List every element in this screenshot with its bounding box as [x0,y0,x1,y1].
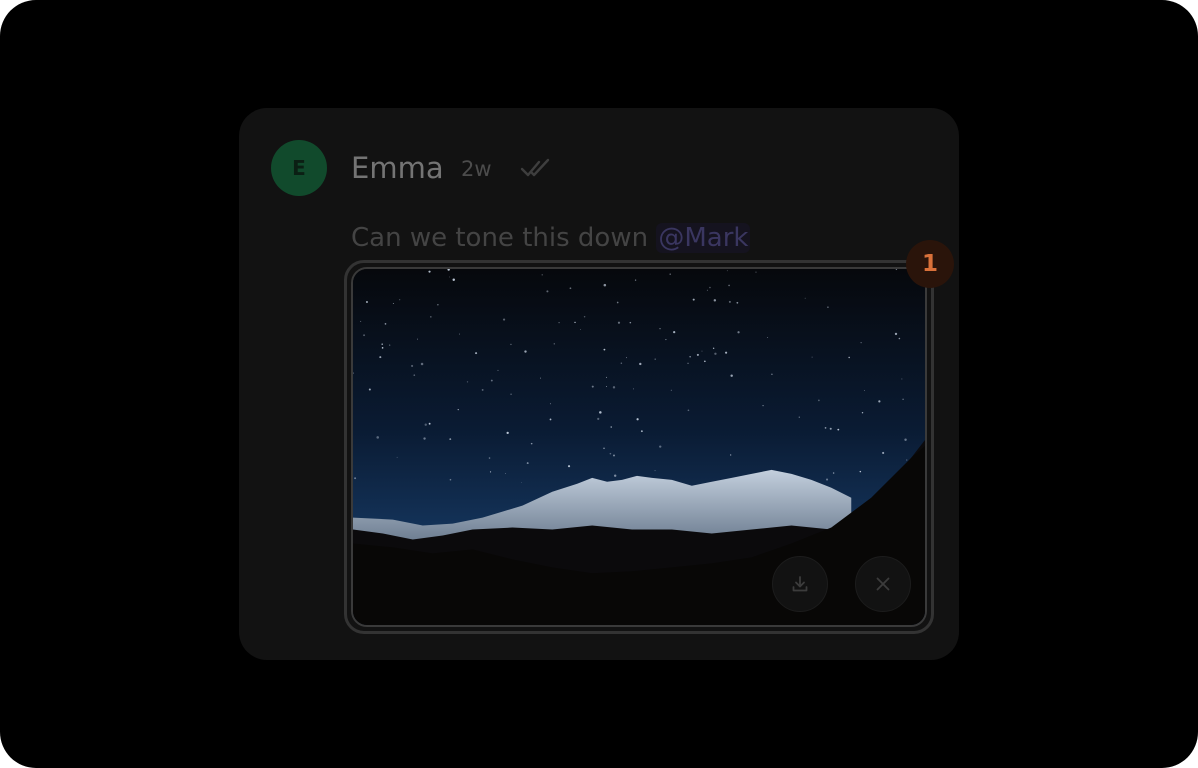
image-attachment[interactable] [344,260,934,634]
attachment-count-badge: 1 [906,240,954,288]
author-name[interactable]: Emma [351,148,444,188]
close-button[interactable] [855,556,911,612]
message-text: Can we tone this down [351,223,657,253]
avatar[interactable]: E [271,140,327,196]
download-button[interactable] [772,556,828,612]
screen-frame: E Emma 2w Can we tone this down @Mark 1 [0,0,1198,768]
avatar-initial: E [292,156,306,180]
close-icon [876,577,890,591]
download-icon [792,576,808,592]
comment-message: Can we tone this down @Mark [351,220,751,256]
night-mountain-photo [353,269,925,625]
comment-timestamp: 2w [461,157,492,181]
attachment-image[interactable] [351,267,927,627]
double-check-icon [520,158,550,177]
comment-card: E Emma 2w Can we tone this down @Mark 1 [239,108,959,660]
mention-link[interactable]: @Mark [656,223,751,253]
